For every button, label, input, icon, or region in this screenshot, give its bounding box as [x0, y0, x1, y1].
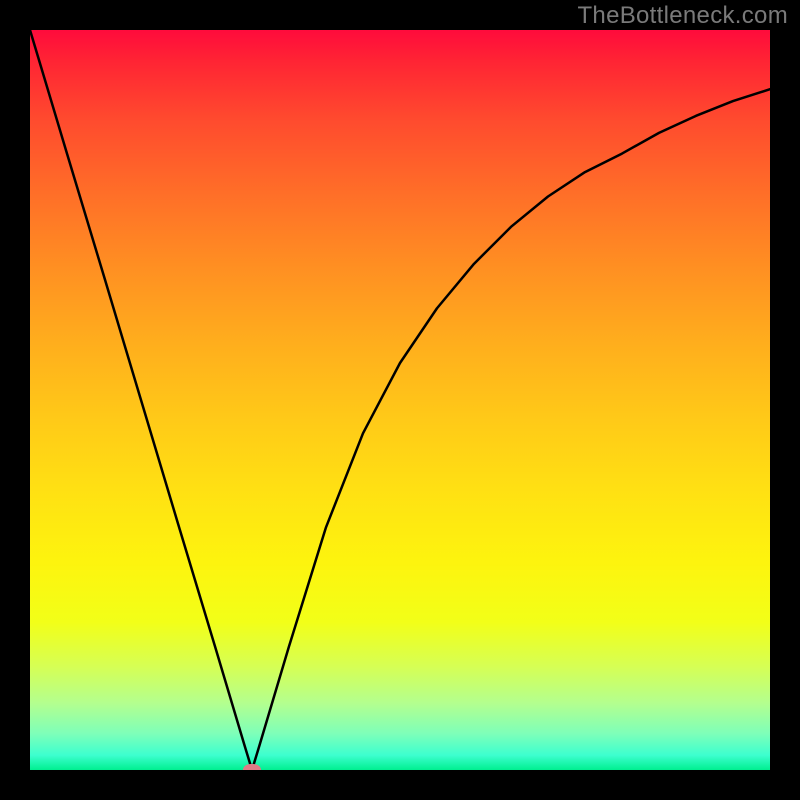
chart-container: TheBottleneck.com	[0, 0, 800, 800]
v-curve-line	[30, 30, 770, 770]
plot-area	[30, 30, 770, 770]
watermark-text: TheBottleneck.com	[577, 2, 788, 30]
curve-svg	[30, 30, 770, 770]
minimum-marker	[243, 764, 261, 770]
